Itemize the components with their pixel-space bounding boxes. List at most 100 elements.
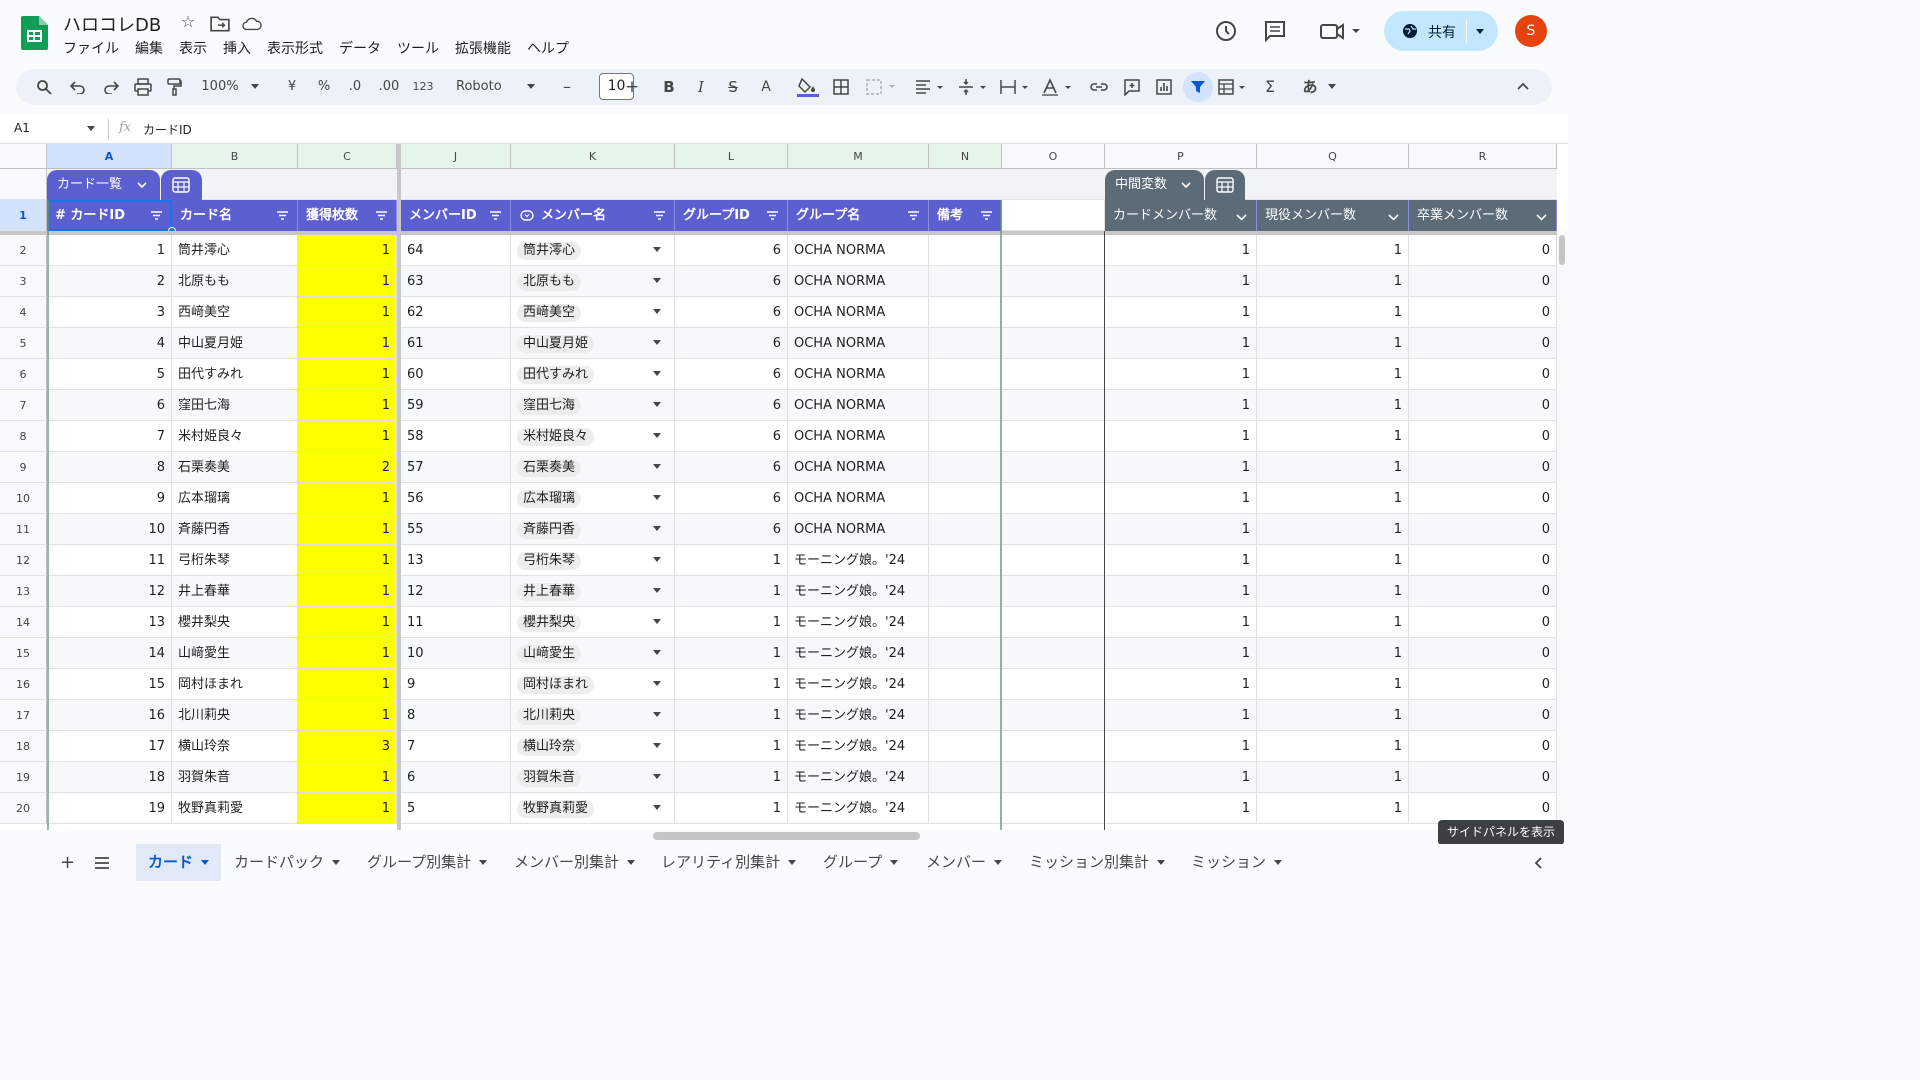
percent-format-button[interactable]: %: [316, 77, 332, 97]
cell-grad-count[interactable]: 0: [1409, 731, 1557, 762]
document-title[interactable]: ハロコレDB: [63, 11, 161, 37]
cell-active-count[interactable]: 1: [1257, 359, 1409, 390]
sheet-tab-card-packs[interactable]: カードパック: [222, 844, 352, 881]
cell-active-count[interactable]: 1: [1257, 545, 1409, 576]
cell-group-name[interactable]: OCHA NORMA: [788, 266, 929, 297]
sheet-tab-group-summary[interactable]: グループ別集計: [355, 844, 499, 881]
cell-note[interactable]: [929, 359, 1002, 390]
row-header[interactable]: 8: [0, 421, 47, 452]
cell-card-name[interactable]: 広本瑠璃: [172, 483, 298, 514]
header-card-name[interactable]: カード名: [172, 200, 298, 231]
cell-grad-count[interactable]: 0: [1409, 359, 1557, 390]
member-name-chip[interactable]: 広本瑠璃: [517, 490, 582, 508]
cell-card-member-count[interactable]: 1: [1105, 328, 1257, 359]
cell-active-count[interactable]: 1: [1257, 514, 1409, 545]
cell-note[interactable]: [929, 235, 1002, 266]
dropdown-arrow-icon[interactable]: [653, 588, 661, 593]
comments-icon[interactable]: [1262, 18, 1288, 44]
cell-card-name[interactable]: 西﨑美空: [172, 297, 298, 328]
dropdown-arrow-icon[interactable]: [653, 650, 661, 655]
cell-member-id[interactable]: 64: [401, 235, 511, 266]
cell-col-o[interactable]: [1002, 328, 1105, 359]
cell-card-member-count[interactable]: 1: [1105, 390, 1257, 421]
print-icon[interactable]: [134, 78, 152, 96]
cell-note[interactable]: [929, 421, 1002, 452]
cell-note[interactable]: [929, 731, 1002, 762]
cell-group-name[interactable]: OCHA NORMA: [788, 452, 929, 483]
cell-group-id[interactable]: 1: [675, 545, 788, 576]
column-header-n[interactable]: N: [929, 144, 1002, 169]
cell-member-id[interactable]: 63: [401, 266, 511, 297]
cell-group-name[interactable]: モーニング娘。'24: [788, 607, 929, 638]
cell-col-o[interactable]: [1002, 297, 1105, 328]
cell-member-id[interactable]: 58: [401, 421, 511, 452]
cell-member-name[interactable]: 牧野真莉愛: [511, 793, 675, 824]
cell-group-name[interactable]: OCHA NORMA: [788, 297, 929, 328]
dropdown-arrow-icon[interactable]: [653, 247, 661, 252]
filter-icon[interactable]: [276, 209, 289, 222]
cell-note[interactable]: [929, 607, 1002, 638]
cell-count[interactable]: 1: [298, 638, 397, 669]
cell-card-id[interactable]: 6: [47, 390, 172, 421]
undo-icon[interactable]: [70, 80, 86, 94]
header-grad-count[interactable]: 卒業メンバー数: [1409, 200, 1557, 231]
cell-card-name[interactable]: 櫻井梨央: [172, 607, 298, 638]
cell-card-member-count[interactable]: 1: [1105, 762, 1257, 793]
cell-group-name[interactable]: モーニング娘。'24: [788, 700, 929, 731]
cell-count[interactable]: 1: [298, 762, 397, 793]
cell-card-id[interactable]: 12: [47, 576, 172, 607]
filter-icon[interactable]: [907, 209, 920, 222]
dropdown-arrow-icon[interactable]: [653, 557, 661, 562]
cell-card-member-count[interactable]: 1: [1105, 576, 1257, 607]
cell-grad-count[interactable]: 0: [1409, 762, 1557, 793]
menu-format[interactable]: 表示形式: [267, 38, 323, 58]
cell-group-id[interactable]: 6: [675, 483, 788, 514]
cell-member-name[interactable]: 山﨑愛生: [511, 638, 675, 669]
cell-card-name[interactable]: 岡村ほまれ: [172, 669, 298, 700]
sheet-tab-member-summary[interactable]: メンバー別集計: [502, 844, 647, 881]
dropdown-arrow-icon[interactable]: [653, 774, 661, 779]
cell-note[interactable]: [929, 700, 1002, 731]
header-count[interactable]: 獲得枚数: [298, 200, 397, 231]
row-header[interactable]: 5: [0, 328, 47, 359]
cell-count[interactable]: 1: [298, 421, 397, 452]
column-header-k[interactable]: K: [511, 144, 675, 169]
cell-count[interactable]: 1: [298, 483, 397, 514]
cell-active-count[interactable]: 1: [1257, 390, 1409, 421]
cell-card-member-count[interactable]: 1: [1105, 545, 1257, 576]
filter-icon[interactable]: [150, 209, 163, 222]
text-color-icon[interactable]: A: [758, 77, 774, 97]
vertical-scrollbar[interactable]: [1557, 231, 1568, 830]
cell-card-id[interactable]: 1: [47, 235, 172, 266]
header-member-name[interactable]: メンバー名: [511, 200, 675, 231]
cell-count[interactable]: 1: [298, 793, 397, 824]
cell-count[interactable]: 1: [298, 545, 397, 576]
cell-grad-count[interactable]: 0: [1409, 390, 1557, 421]
paint-format-icon[interactable]: [166, 78, 182, 96]
cell-card-name[interactable]: 北川莉央: [172, 700, 298, 731]
cell-group-id[interactable]: 1: [675, 700, 788, 731]
bold-icon[interactable]: B: [661, 77, 677, 97]
dropdown-arrow-icon[interactable]: [653, 743, 661, 748]
cell-active-count[interactable]: 1: [1257, 762, 1409, 793]
cell-count[interactable]: 1: [298, 576, 397, 607]
row-header[interactable]: 7: [0, 390, 47, 421]
cell-group-id[interactable]: 1: [675, 638, 788, 669]
cell-card-name[interactable]: 井上春華: [172, 576, 298, 607]
member-name-chip[interactable]: 筒井澪心: [517, 242, 582, 260]
cell-member-name[interactable]: 米村姫良々: [511, 421, 675, 452]
cell-member-name[interactable]: 北川莉央: [511, 700, 675, 731]
sheet-tab-groups[interactable]: グループ: [811, 844, 910, 881]
cell-card-member-count[interactable]: 1: [1105, 235, 1257, 266]
cell-o1[interactable]: [1002, 200, 1105, 231]
cell-count[interactable]: 1: [298, 266, 397, 297]
cell-active-count[interactable]: 1: [1257, 452, 1409, 483]
column-header-j[interactable]: J: [401, 144, 511, 169]
formula-input[interactable]: カードID: [143, 121, 192, 138]
cell-card-id[interactable]: 5: [47, 359, 172, 390]
all-sheets-icon[interactable]: [94, 857, 110, 869]
cell-active-count[interactable]: 1: [1257, 731, 1409, 762]
member-name-chip[interactable]: 羽賀朱音: [517, 769, 582, 787]
cell-card-member-count[interactable]: 1: [1105, 359, 1257, 390]
cell-card-name[interactable]: 米村姫良々: [172, 421, 298, 452]
